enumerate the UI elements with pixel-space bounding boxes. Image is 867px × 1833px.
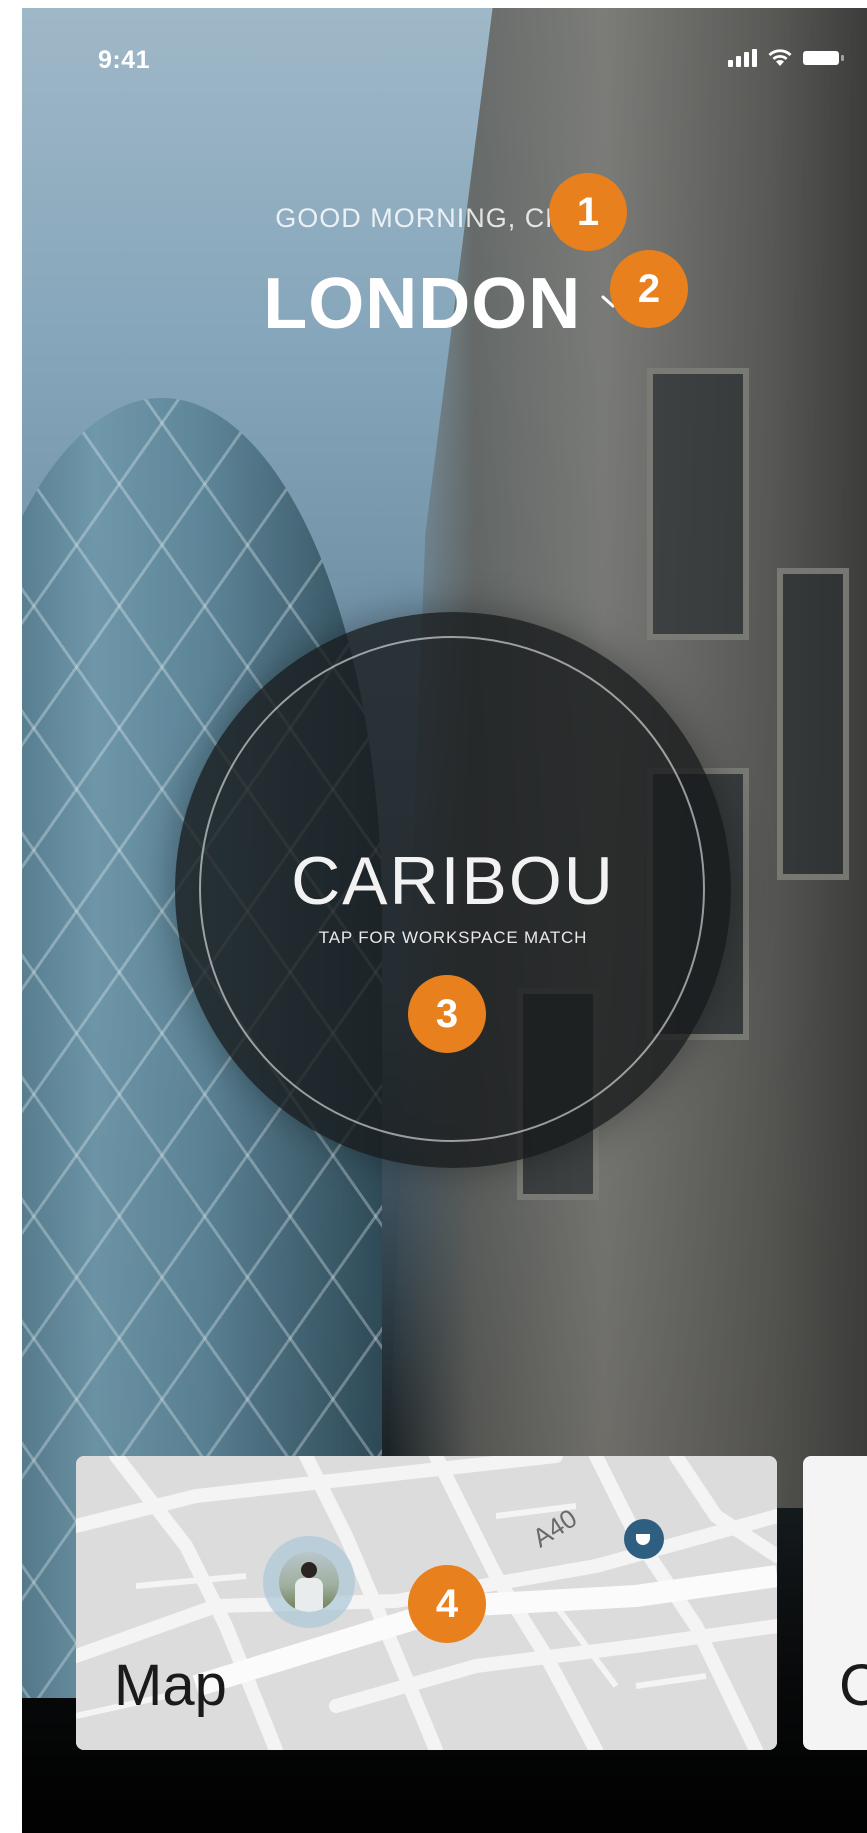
tagline-text: TAP FOR WORKSPACE MATCH [318,928,588,947]
annotation-badge-4: 4 [408,1565,486,1643]
annotation-badge-1: 1 [549,173,627,251]
city-selector[interactable]: LONDON [22,263,867,345]
workspace-match-button[interactable]: CARIBOU TAP FOR WORKSPACE MATCH [175,612,731,1168]
annotation-badge-3: 3 [408,975,486,1053]
wifi-icon [767,48,793,67]
map-card-title: Map [114,1653,227,1718]
battery-icon [803,49,845,67]
status-icons [728,48,845,67]
next-card-title: C [839,1653,867,1718]
user-location-avatar[interactable] [263,1536,355,1628]
phone-screen: 9:41 GOOD MORNING, CHRIS LONDON CARIBOU … [22,8,867,1833]
status-time: 9:41 [98,46,151,74]
cellular-signal-icon [728,48,757,67]
city-name[interactable]: LONDON [263,263,581,345]
avatar-photo-icon [279,1552,339,1612]
status-bar: 9:41 [22,8,867,108]
greeting-text: GOOD MORNING, CHRIS [275,203,614,233]
coffee-shop-pin-icon[interactable] [624,1519,664,1559]
next-card[interactable]: C [803,1456,867,1750]
annotation-badge-2: 2 [610,250,688,328]
brand-logo-text: CARIBOU [291,843,615,919]
